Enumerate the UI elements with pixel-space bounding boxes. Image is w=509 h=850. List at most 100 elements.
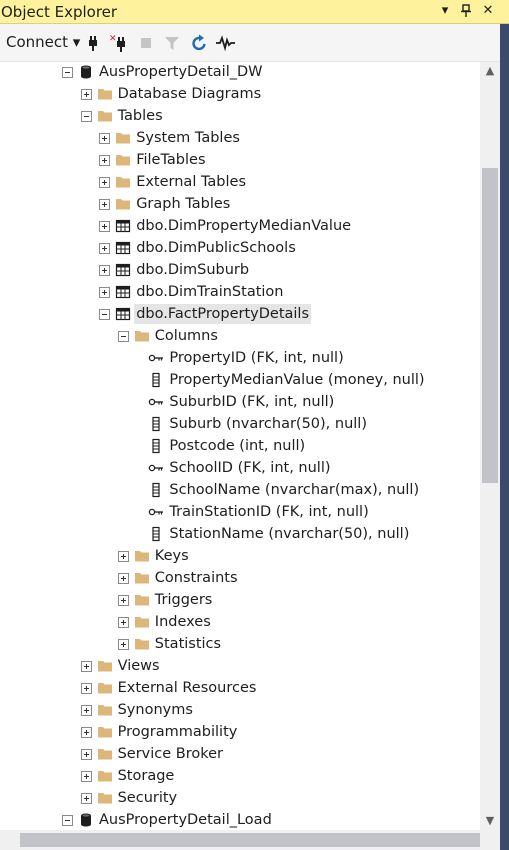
- activity-monitor-icon[interactable]: [214, 32, 236, 54]
- vertical-scrollbar[interactable]: ▲ ▼: [480, 62, 500, 830]
- tree-node[interactable]: Views: [0, 655, 480, 677]
- tree-node[interactable]: System Tables: [0, 127, 480, 149]
- tree-node[interactable]: External Resources: [0, 677, 480, 699]
- tree-node[interactable]: Security: [0, 787, 480, 809]
- horizontal-scrollbar[interactable]: [0, 830, 500, 850]
- pin-icon[interactable]: [456, 1, 476, 21]
- tree-node[interactable]: Graph Tables: [0, 193, 480, 215]
- tree-node[interactable]: SchoolName (nvarchar(max), null): [0, 479, 480, 501]
- expand-icon[interactable]: [117, 551, 129, 562]
- column-icon: [148, 438, 164, 454]
- expand-icon[interactable]: [99, 265, 111, 276]
- expand-icon[interactable]: [99, 287, 111, 298]
- collapse-icon[interactable]: [99, 309, 111, 320]
- tree-node[interactable]: Columns: [0, 325, 480, 347]
- database-icon: [78, 812, 94, 828]
- expand-icon[interactable]: [117, 573, 129, 584]
- collapse-icon[interactable]: [80, 111, 92, 122]
- scroll-up-arrow[interactable]: ▲: [480, 62, 500, 80]
- tree-node[interactable]: FileTables: [0, 149, 480, 171]
- folder-icon: [115, 130, 131, 146]
- expand-icon[interactable]: [80, 661, 92, 672]
- tree-node[interactable]: Tables: [0, 105, 480, 127]
- expand-icon[interactable]: [80, 749, 92, 760]
- folder-icon: [134, 570, 150, 586]
- expand-icon[interactable]: [117, 595, 129, 606]
- tree-node[interactable]: Suburb (nvarchar(50), null): [0, 413, 480, 435]
- collapse-icon[interactable]: [62, 815, 73, 826]
- tree-node-label: Security: [117, 790, 178, 806]
- collapse-icon[interactable]: [117, 331, 129, 342]
- refresh-icon[interactable]: [188, 32, 210, 54]
- tree-node[interactable]: Service Broker: [0, 743, 480, 765]
- tree-node[interactable]: Keys: [0, 545, 480, 567]
- expand-icon[interactable]: [99, 155, 111, 166]
- expand-icon[interactable]: [80, 89, 92, 100]
- folder-icon: [97, 108, 113, 124]
- expand-icon[interactable]: [99, 177, 111, 188]
- filter-icon[interactable]: [161, 32, 183, 54]
- expand-icon[interactable]: [80, 705, 92, 716]
- tree-node[interactable]: Storage: [0, 765, 480, 787]
- tree-node-label: Service Broker: [117, 746, 224, 762]
- folder-icon: [97, 658, 113, 674]
- expand-icon[interactable]: [80, 727, 92, 738]
- horizontal-scroll-thumb[interactable]: [20, 833, 480, 847]
- connect-dropdown-button[interactable]: Connect ▾: [6, 33, 80, 51]
- window-options-dropdown[interactable]: ▾: [435, 1, 455, 21]
- connect-plug-icon[interactable]: [82, 32, 104, 54]
- expand-icon[interactable]: [99, 221, 111, 232]
- expand-icon[interactable]: [80, 683, 92, 694]
- tree-node[interactable]: PropertyID (FK, int, null): [0, 347, 480, 369]
- tree-node[interactable]: External Tables: [0, 171, 480, 193]
- tree-node[interactable]: dbo.DimSuburb: [0, 259, 480, 281]
- tree-node-label: Constraints: [154, 570, 238, 586]
- tree-node[interactable]: TrainStationID (FK, int, null): [0, 501, 480, 523]
- tree-node[interactable]: StationName (nvarchar(50), null): [0, 523, 480, 545]
- tree-node[interactable]: Indexes: [0, 611, 480, 633]
- tree-node[interactable]: Statistics: [0, 633, 480, 655]
- tree-node[interactable]: dbo.DimPropertyMedianValue: [0, 215, 480, 237]
- tree-node[interactable]: PropertyMedianValue (money, null): [0, 369, 480, 391]
- tree-node[interactable]: SuburbID (FK, int, null): [0, 391, 480, 413]
- expand-icon[interactable]: [99, 243, 111, 254]
- folder-icon: [115, 196, 131, 212]
- expand-icon[interactable]: [80, 793, 92, 804]
- tree-node-label: Views: [117, 658, 160, 674]
- tree-node[interactable]: Database Diagrams: [0, 83, 480, 105]
- key-icon: [148, 460, 164, 476]
- tree-node[interactable]: Programmability: [0, 721, 480, 743]
- expand-icon[interactable]: [80, 771, 92, 782]
- tree-node[interactable]: dbo.FactPropertyDetails: [0, 303, 480, 325]
- expand-icon[interactable]: [117, 617, 129, 628]
- disconnect-icon[interactable]: ✕: [108, 32, 130, 54]
- tree-node-label: Postcode (int, null): [169, 438, 306, 454]
- expand-icon[interactable]: [117, 639, 129, 650]
- tree-node[interactable]: Constraints: [0, 567, 480, 589]
- tree-node-label: Statistics: [154, 636, 222, 652]
- tree-node[interactable]: AusPropertyDetail_Load: [0, 809, 480, 830]
- folder-icon: [134, 614, 150, 630]
- tree-node-label: AusPropertyDetail_DW: [99, 64, 263, 80]
- close-icon[interactable]: ✕: [478, 1, 498, 21]
- folder-icon: [97, 702, 113, 718]
- tree-node[interactable]: AusPropertyDetail_DW: [0, 62, 480, 83]
- tree-node[interactable]: Triggers: [0, 589, 480, 611]
- vertical-scroll-thumb[interactable]: [482, 167, 498, 483]
- key-icon: [148, 504, 164, 520]
- tree-node[interactable]: SchoolID (FK, int, null): [0, 457, 480, 479]
- table-icon: [115, 240, 131, 256]
- scroll-down-arrow[interactable]: ▼: [480, 812, 500, 830]
- tree-node-label: External Resources: [117, 680, 257, 696]
- tree-node[interactable]: Postcode (int, null): [0, 435, 480, 457]
- tree-node[interactable]: dbo.DimPublicSchools: [0, 237, 480, 259]
- collapse-icon[interactable]: [62, 67, 73, 78]
- expand-icon[interactable]: [99, 199, 111, 210]
- tree-node[interactable]: dbo.DimTrainStation: [0, 281, 480, 303]
- object-explorer-tree[interactable]: AusPropertyDetail_DW Database Diagrams Tab…: [0, 62, 480, 830]
- stop-icon[interactable]: [135, 32, 157, 54]
- folder-icon: [134, 548, 150, 564]
- tree-node[interactable]: Synonyms: [0, 699, 480, 721]
- expand-icon[interactable]: [99, 133, 111, 144]
- folder-icon: [97, 724, 113, 740]
